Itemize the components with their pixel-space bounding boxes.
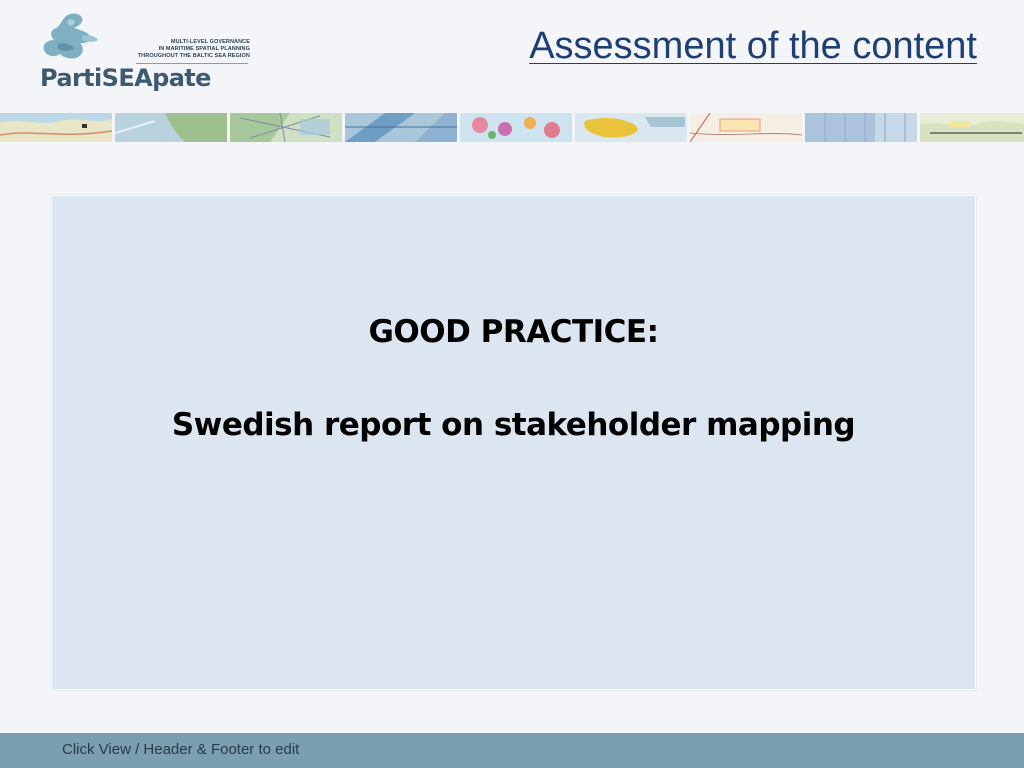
content-box: GOOD PRACTICE: Swedish report on stakeho… (51, 195, 976, 690)
map-thumbnail (690, 113, 802, 142)
good-practice-heading: GOOD PRACTICE: (368, 314, 659, 350)
map-thumbnail (575, 113, 687, 142)
map-thumbnail (805, 113, 917, 142)
map-thumbnail-strip (0, 113, 1024, 142)
baltic-sea-icon (43, 13, 98, 59)
logo-tagline: MULTI-LEVEL GOVERNANCE IN MARITIME SPATI… (137, 39, 250, 59)
map-thumbnail (920, 113, 1024, 142)
report-subheading: Swedish report on stakeholder mapping (171, 407, 856, 443)
map-thumbnail (345, 113, 457, 142)
footer-bar: Click View / Header & Footer to edit (0, 733, 1024, 768)
footer-text: Click View / Header & Footer to edit (62, 741, 300, 758)
logo-wordmark: PartiSEApate (40, 64, 211, 92)
map-thumbnail (460, 113, 572, 142)
map-thumbnail (230, 113, 342, 142)
map-thumbnail (0, 113, 112, 142)
page-title: Assessment of the content (529, 25, 977, 67)
map-thumbnail (115, 113, 227, 142)
